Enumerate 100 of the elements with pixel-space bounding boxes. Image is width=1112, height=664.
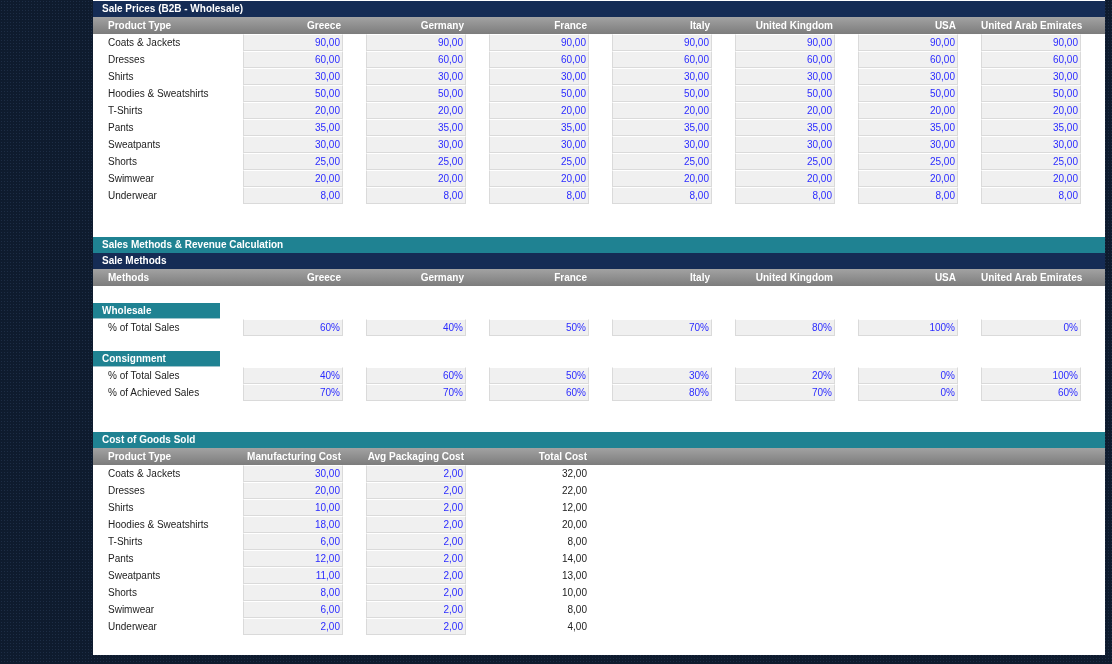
input-cell[interactable]: 20,00	[366, 170, 466, 187]
input-cell[interactable]: 2,00	[366, 465, 466, 482]
input-cell[interactable]: 8,00	[366, 187, 466, 204]
input-cell[interactable]: 20,00	[735, 102, 835, 119]
input-cell[interactable]: 8,00	[981, 187, 1081, 204]
input-cell[interactable]: 30,00	[858, 136, 958, 153]
input-cell[interactable]: 30,00	[366, 68, 466, 85]
input-cell[interactable]: 25,00	[858, 153, 958, 170]
input-cell[interactable]: 90,00	[243, 34, 343, 51]
input-cell[interactable]: 35,00	[243, 119, 343, 136]
input-cell[interactable]: 25,00	[243, 153, 343, 170]
input-cell[interactable]: 50,00	[243, 85, 343, 102]
input-cell[interactable]: 60,00	[981, 51, 1081, 68]
input-cell[interactable]: 2,00	[366, 550, 466, 567]
input-cell[interactable]: 100%	[981, 367, 1081, 384]
input-cell[interactable]: 11,00	[243, 567, 343, 584]
input-cell[interactable]: 0%	[858, 367, 958, 384]
input-cell[interactable]: 8,00	[858, 187, 958, 204]
input-cell[interactable]: 25,00	[366, 153, 466, 170]
input-cell[interactable]: 20,00	[858, 102, 958, 119]
input-cell[interactable]: 8,00	[735, 187, 835, 204]
input-cell[interactable]: 35,00	[858, 119, 958, 136]
input-cell[interactable]: 50,00	[735, 85, 835, 102]
input-cell[interactable]: 35,00	[366, 119, 466, 136]
input-cell[interactable]: 20,00	[612, 102, 712, 119]
input-cell[interactable]: 10,00	[243, 499, 343, 516]
input-cell[interactable]: 60,00	[243, 51, 343, 68]
input-cell[interactable]: 8,00	[243, 187, 343, 204]
input-cell[interactable]: 100%	[858, 319, 958, 336]
input-cell[interactable]: 30,00	[243, 465, 343, 482]
input-cell[interactable]: 8,00	[243, 584, 343, 601]
input-cell[interactable]: 6,00	[243, 601, 343, 618]
input-cell[interactable]: 40%	[366, 319, 466, 336]
input-cell[interactable]: 20,00	[858, 170, 958, 187]
input-cell[interactable]: 2,00	[366, 533, 466, 550]
input-cell[interactable]: 60,00	[366, 51, 466, 68]
input-cell[interactable]: 30,00	[489, 68, 589, 85]
input-cell[interactable]: 80%	[612, 384, 712, 401]
input-cell[interactable]: 18,00	[243, 516, 343, 533]
input-cell[interactable]: 2,00	[366, 584, 466, 601]
input-cell[interactable]: 12,00	[243, 550, 343, 567]
input-cell[interactable]: 60,00	[735, 51, 835, 68]
input-cell[interactable]: 8,00	[489, 187, 589, 204]
input-cell[interactable]: 2,00	[243, 618, 343, 635]
input-cell[interactable]: 90,00	[489, 34, 589, 51]
input-cell[interactable]: 30,00	[243, 136, 343, 153]
input-cell[interactable]: 20,00	[981, 170, 1081, 187]
input-cell[interactable]: 25,00	[489, 153, 589, 170]
input-cell[interactable]: 2,00	[366, 482, 466, 499]
input-cell[interactable]: 70%	[243, 384, 343, 401]
input-cell[interactable]: 6,00	[243, 533, 343, 550]
input-cell[interactable]: 20,00	[981, 102, 1081, 119]
input-cell[interactable]: 30,00	[612, 136, 712, 153]
input-cell[interactable]: 30%	[612, 367, 712, 384]
input-cell[interactable]: 35,00	[489, 119, 589, 136]
input-cell[interactable]: 60,00	[858, 51, 958, 68]
input-cell[interactable]: 20,00	[612, 170, 712, 187]
input-cell[interactable]: 2,00	[366, 601, 466, 618]
input-cell[interactable]: 90,00	[858, 34, 958, 51]
input-cell[interactable]: 30,00	[612, 68, 712, 85]
input-cell[interactable]: 30,00	[981, 68, 1081, 85]
input-cell[interactable]: 90,00	[981, 34, 1081, 51]
input-cell[interactable]: 60%	[489, 384, 589, 401]
input-cell[interactable]: 20,00	[489, 102, 589, 119]
input-cell[interactable]: 70%	[366, 384, 466, 401]
input-cell[interactable]: 20,00	[243, 482, 343, 499]
input-cell[interactable]: 30,00	[735, 136, 835, 153]
input-cell[interactable]: 30,00	[366, 136, 466, 153]
input-cell[interactable]: 2,00	[366, 499, 466, 516]
input-cell[interactable]: 25,00	[981, 153, 1081, 170]
input-cell[interactable]: 60%	[981, 384, 1081, 401]
input-cell[interactable]: 0%	[981, 319, 1081, 336]
input-cell[interactable]: 60,00	[489, 51, 589, 68]
input-cell[interactable]: 30,00	[735, 68, 835, 85]
input-cell[interactable]: 60,00	[612, 51, 712, 68]
input-cell[interactable]: 90,00	[612, 34, 712, 51]
input-cell[interactable]: 50,00	[981, 85, 1081, 102]
input-cell[interactable]: 70%	[735, 384, 835, 401]
input-cell[interactable]: 40%	[243, 367, 343, 384]
input-cell[interactable]: 50,00	[489, 85, 589, 102]
input-cell[interactable]: 20%	[735, 367, 835, 384]
input-cell[interactable]: 2,00	[366, 618, 466, 635]
input-cell[interactable]: 30,00	[858, 68, 958, 85]
input-cell[interactable]: 20,00	[489, 170, 589, 187]
input-cell[interactable]: 20,00	[735, 170, 835, 187]
input-cell[interactable]: 0%	[858, 384, 958, 401]
input-cell[interactable]: 30,00	[243, 68, 343, 85]
input-cell[interactable]: 80%	[735, 319, 835, 336]
input-cell[interactable]: 50,00	[366, 85, 466, 102]
input-cell[interactable]: 70%	[612, 319, 712, 336]
input-cell[interactable]: 50,00	[858, 85, 958, 102]
input-cell[interactable]: 8,00	[612, 187, 712, 204]
input-cell[interactable]: 50%	[489, 367, 589, 384]
input-cell[interactable]: 30,00	[981, 136, 1081, 153]
input-cell[interactable]: 2,00	[366, 567, 466, 584]
input-cell[interactable]: 20,00	[366, 102, 466, 119]
input-cell[interactable]: 25,00	[612, 153, 712, 170]
input-cell[interactable]: 25,00	[735, 153, 835, 170]
input-cell[interactable]: 30,00	[489, 136, 589, 153]
input-cell[interactable]: 50%	[489, 319, 589, 336]
